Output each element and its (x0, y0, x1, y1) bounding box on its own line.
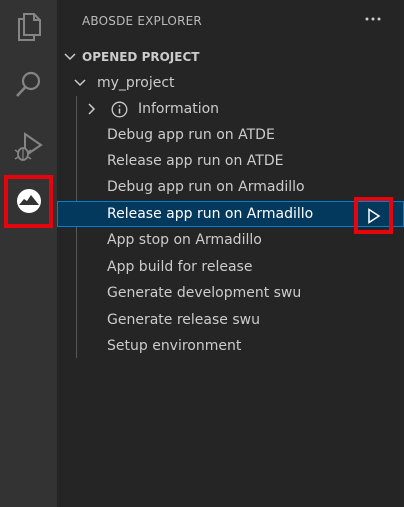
run-and-debug-icon[interactable] (0, 121, 57, 171)
command-debug-app-run-armadillo[interactable]: Debug app run on Armadillo (57, 174, 404, 200)
command-label: App stop on Armadillo (107, 232, 262, 248)
chevron-down-icon (62, 49, 78, 65)
command-generate-release-swu[interactable]: Generate release swu (57, 307, 404, 333)
command-label: Generate release swu (107, 312, 260, 328)
sidebar-title: ABOSDE EXPLORER (82, 14, 202, 28)
tree-item-information[interactable]: Information (57, 96, 404, 122)
command-app-stop-armadillo[interactable]: App stop on Armadillo (57, 227, 404, 253)
command-release-app-run-atde[interactable]: Release app run on ATDE (57, 148, 404, 174)
chevron-right-icon (84, 101, 100, 117)
info-icon (110, 100, 128, 118)
run-command-button[interactable] (354, 197, 393, 234)
project-name: my_project (97, 75, 175, 91)
activity-bar (0, 0, 57, 507)
explorer-files-icon[interactable] (0, 2, 57, 52)
command-generate-development-swu[interactable]: Generate development swu (57, 280, 404, 306)
tree-item-project[interactable]: my_project (57, 70, 404, 96)
command-label: Debug app run on Armadillo (107, 179, 305, 195)
command-label: Release app run on ATDE (107, 153, 284, 169)
command-setup-environment[interactable]: Setup environment (57, 333, 404, 359)
section-header-opened-project[interactable]: OPENED PROJECT (57, 46, 404, 68)
command-label: Setup environment (107, 338, 242, 354)
activity-highlight-box (4, 175, 53, 228)
command-label: App build for release (107, 259, 253, 275)
command-debug-app-run-atde[interactable]: Debug app run on ATDE (57, 122, 404, 148)
chevron-down-icon (72, 75, 88, 91)
play-icon (367, 207, 380, 224)
section-label: OPENED PROJECT (82, 50, 200, 64)
command-label: Debug app run on ATDE (107, 127, 275, 143)
information-label: Information (138, 101, 220, 117)
command-release-app-run-armadillo[interactable]: Release app run on Armadillo (57, 201, 404, 227)
sidebar: ABOSDE EXPLORER OPENED PROJECT my_projec… (57, 0, 404, 507)
command-app-build-release[interactable]: App build for release (57, 254, 404, 280)
search-icon[interactable] (0, 59, 57, 109)
command-label: Generate development swu (107, 285, 302, 301)
more-actions-icon[interactable] (362, 8, 384, 30)
command-label: Release app run on Armadillo (107, 206, 314, 222)
